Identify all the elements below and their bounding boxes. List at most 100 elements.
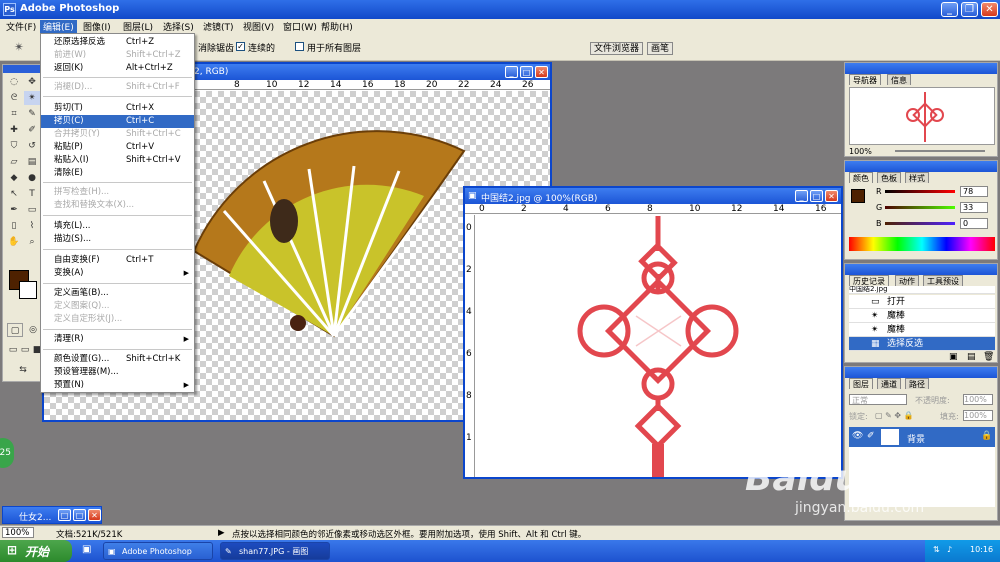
- doc-maximize-button[interactable]: □: [520, 66, 533, 78]
- close-button[interactable]: ✕: [88, 509, 101, 521]
- history-snapshot[interactable]: 中国结2.jpg: [849, 286, 995, 294]
- menu-step-backward[interactable]: 返回(K) Alt+Ctrl+Z: [41, 62, 194, 75]
- navigator-zoom[interactable]: 100%: [849, 147, 872, 156]
- standard-mode-icon[interactable]: ▢: [7, 323, 23, 337]
- notes-tool-icon[interactable]: ▯: [6, 219, 22, 233]
- history-item[interactable]: ✴ 魔棒: [849, 309, 995, 323]
- menu-preferences[interactable]: 预置(N) ▶: [41, 379, 194, 392]
- minimized-document[interactable]: 仕女2... □ □ ✕: [2, 506, 102, 524]
- jump-to-imageready-icon[interactable]: ⇆: [15, 363, 31, 377]
- taskbar-item-paint[interactable]: ✎ shan77.JPG - 画图: [220, 542, 330, 560]
- tab-swatches[interactable]: 色板: [877, 172, 901, 183]
- network-icon[interactable]: ⇅: [933, 545, 940, 554]
- marquee-tool-icon[interactable]: ◌: [6, 75, 22, 89]
- pen-tool-icon[interactable]: ✒: [6, 203, 22, 217]
- menu-layer[interactable]: 图层(L): [120, 20, 156, 33]
- layer-row[interactable]: 👁 ✐ 背景 🔒: [849, 427, 995, 447]
- menu-preset-manager[interactable]: 预设管理器(M)...: [41, 366, 194, 379]
- opacity-input[interactable]: 100%: [963, 394, 993, 405]
- menu-file[interactable]: 文件(F): [3, 20, 39, 33]
- menu-select[interactable]: 选择(S): [160, 20, 197, 33]
- menu-define-brush[interactable]: 定义画笔(B)...: [41, 287, 194, 300]
- tab-color[interactable]: 颜色: [849, 172, 873, 183]
- healing-brush-icon[interactable]: ✚: [6, 123, 22, 137]
- doc-close-button[interactable]: ✕: [535, 66, 548, 78]
- tab-navigator[interactable]: 导航器: [849, 74, 881, 85]
- history-item[interactable]: ✴ 魔棒: [849, 323, 995, 337]
- tab-info[interactable]: 信息: [887, 74, 911, 85]
- restore-button[interactable]: □: [58, 509, 71, 521]
- eye-icon[interactable]: 👁: [852, 431, 863, 441]
- color-fg-swatch[interactable]: [851, 189, 865, 203]
- new-snapshot-icon[interactable]: ▣: [949, 352, 958, 362]
- menu-cut[interactable]: 剪切(T) Ctrl+X: [41, 102, 194, 115]
- tab-channels[interactable]: 通道: [877, 378, 901, 389]
- g-input[interactable]: 33: [960, 202, 988, 213]
- doc-minimize-button[interactable]: _: [505, 66, 518, 78]
- magic-wand-tool-icon[interactable]: ✴: [24, 91, 40, 105]
- path-select-icon[interactable]: ↖: [6, 187, 22, 201]
- menu-purge[interactable]: 清理(R) ▶: [41, 333, 194, 346]
- zoom-slider[interactable]: [895, 150, 985, 152]
- menu-undo[interactable]: 还原选择反选 Ctrl+Z: [41, 36, 194, 49]
- g-slider[interactable]: [885, 206, 955, 209]
- brushes-tab[interactable]: 画笔: [647, 42, 674, 55]
- minimize-button[interactable]: _: [941, 2, 958, 17]
- menu-paste-into[interactable]: 粘贴入(I) Shift+Ctrl+V: [41, 154, 194, 167]
- clock[interactable]: 10:16: [970, 545, 993, 554]
- stamp-tool-icon[interactable]: ⛉: [6, 139, 22, 153]
- menu-image[interactable]: 图像(I): [80, 20, 114, 33]
- r-input[interactable]: 78: [960, 186, 988, 197]
- brush-tool-icon[interactable]: ✐: [24, 123, 40, 137]
- b-slider[interactable]: [885, 222, 955, 225]
- menu-clear[interactable]: 清除(E): [41, 167, 194, 180]
- quick-mask-icon[interactable]: ◎: [25, 323, 41, 337]
- maximize-button[interactable]: □: [73, 509, 86, 521]
- move-tool-icon[interactable]: ✥: [24, 75, 40, 89]
- tab-layers[interactable]: 图层: [849, 378, 873, 389]
- menu-window[interactable]: 窗口(W): [280, 20, 320, 33]
- background-color-swatch[interactable]: [19, 281, 37, 299]
- shape-tool-icon[interactable]: ▭: [24, 203, 40, 217]
- tab-paths[interactable]: 路径: [905, 378, 929, 389]
- status-arrow-icon[interactable]: ▶: [218, 528, 225, 538]
- menu-filter[interactable]: 滤镜(T): [200, 20, 237, 33]
- menu-paste[interactable]: 粘贴(P) Ctrl+V: [41, 141, 194, 154]
- menu-stroke[interactable]: 描边(S)...: [41, 233, 194, 246]
- taskbar-item-photoshop[interactable]: ▣ Adobe Photoshop: [103, 542, 213, 560]
- tab-tool-presets[interactable]: 工具预设: [923, 275, 963, 286]
- tab-history[interactable]: 历史记录: [849, 275, 889, 286]
- doc-close-button[interactable]: ✕: [825, 190, 838, 202]
- blur-tool-icon[interactable]: ◆: [6, 171, 22, 185]
- menu-help[interactable]: 帮助(H): [318, 20, 356, 33]
- zoom-tool-icon[interactable]: ⌕: [24, 235, 40, 249]
- maximize-button[interactable]: ❐: [961, 2, 978, 17]
- tab-styles[interactable]: 样式: [905, 172, 929, 183]
- all-layers-checkbox[interactable]: [295, 42, 304, 51]
- menu-color-settings[interactable]: 颜色设置(G)... Shift+Ctrl+K: [41, 353, 194, 366]
- zoom-input[interactable]: 100%: [2, 527, 34, 538]
- volume-icon[interactable]: ♪: [947, 545, 952, 554]
- menu-fill[interactable]: 填充(L)...: [41, 220, 194, 233]
- type-tool-icon[interactable]: T: [24, 187, 40, 201]
- doc-maximize-button[interactable]: □: [810, 190, 823, 202]
- magic-wand-tool-icon[interactable]: ✴: [14, 40, 24, 54]
- eraser-tool-icon[interactable]: ▱: [6, 155, 22, 169]
- menu-edit[interactable]: 编辑(E): [40, 20, 77, 33]
- doc-minimize-button[interactable]: _: [795, 190, 808, 202]
- menu-free-transform[interactable]: 自由变换(F) Ctrl+T: [41, 254, 194, 267]
- close-button[interactable]: ✕: [981, 2, 998, 17]
- menu-copy[interactable]: 拷贝(C) Ctrl+C: [41, 115, 194, 128]
- notification-badge[interactable]: 25: [0, 438, 14, 468]
- lasso-tool-icon[interactable]: ᘓ: [6, 91, 22, 105]
- document-size[interactable]: 文档:521K/521K: [56, 528, 122, 540]
- knot-canvas[interactable]: [476, 216, 841, 477]
- contiguous-checkbox[interactable]: ✓: [236, 42, 245, 51]
- color-spectrum[interactable]: [849, 237, 995, 251]
- file-browser-tab[interactable]: 文件浏览器: [590, 42, 644, 55]
- fill-input[interactable]: 100%: [963, 410, 993, 421]
- b-input[interactable]: 0: [960, 218, 988, 229]
- history-item-selected[interactable]: ▦ 选择反选: [849, 337, 995, 351]
- menu-view[interactable]: 视图(V): [240, 20, 277, 33]
- history-item[interactable]: ▭ 打开: [849, 295, 995, 309]
